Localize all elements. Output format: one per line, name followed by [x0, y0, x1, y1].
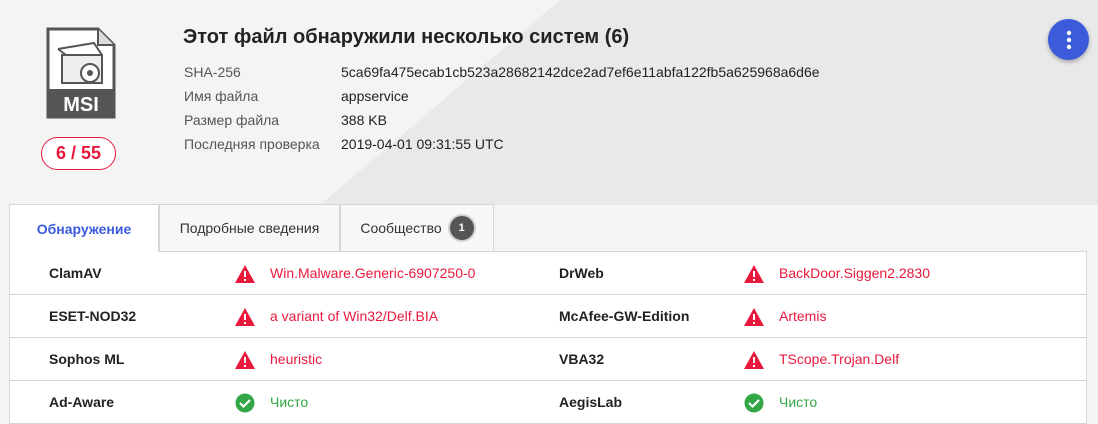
- check-circle-icon: [744, 393, 764, 413]
- detection-result: Чисто: [779, 394, 818, 410]
- table-row: Sophos ML heuristic VBA32 TScope.Trojan.…: [10, 338, 1086, 381]
- detection-result: BackDoor.Siggen2.2830: [779, 265, 930, 281]
- detection-result: Artemis: [779, 308, 827, 324]
- meta-label-filesize: Размер файла: [184, 112, 280, 128]
- check-circle-icon: [235, 393, 255, 413]
- warning-icon: [744, 308, 764, 326]
- detection-result: TScope.Trojan.Delf: [779, 351, 900, 367]
- engine-name: ESET-NOD32: [49, 308, 137, 324]
- detection-score: 6 / 55: [41, 137, 116, 170]
- meta-label-filename: Имя файла: [184, 88, 259, 104]
- engine-name: AegisLab: [559, 394, 623, 410]
- engine-name: DrWeb: [559, 265, 604, 281]
- page-title: Этот файл обнаружили несколько систем (6…: [183, 26, 630, 48]
- table-row: ClamAV Win.Malware.Generic-6907250-0 DrW…: [10, 252, 1086, 295]
- warning-icon: [235, 265, 255, 283]
- tab-details-label: Подробные сведения: [179, 220, 320, 236]
- engine-name: Ad-Aware: [49, 394, 115, 410]
- warning-icon: [744, 351, 764, 369]
- tab-detection-label: Обнаружение: [36, 220, 132, 237]
- engine-name: Sophos ML: [49, 351, 125, 367]
- tab-community-label: Сообщество: [360, 220, 442, 236]
- tab-community[interactable]: Сообщество 1: [340, 204, 494, 251]
- meta-value-sha256: 5ca69fa475ecab1cb523a28682142dce2ad7ef6e…: [341, 64, 820, 80]
- detection-result: Win.Malware.Generic-6907250-0: [270, 265, 476, 281]
- meta-value-filename: appservice: [341, 88, 409, 104]
- meta-label-sha256: SHA-256: [184, 64, 241, 80]
- warning-icon: [235, 351, 255, 369]
- engine-name: VBA32: [559, 351, 605, 367]
- detection-result: heuristic: [270, 351, 323, 367]
- engine-name: McAfee-GW-Edition: [559, 308, 690, 324]
- detection-table: ClamAV Win.Malware.Generic-6907250-0 DrW…: [9, 251, 1087, 424]
- tab-details[interactable]: Подробные сведения: [159, 204, 340, 251]
- meta-value-filesize: 388 KB: [341, 112, 387, 128]
- file-header: MSI 6 / 55 Этот файл обнаружили нескольк…: [0, 0, 1098, 205]
- tab-detection[interactable]: Обнаружение: [9, 204, 159, 252]
- more-vertical-icon: [1066, 30, 1071, 49]
- community-count-badge: 1: [449, 216, 474, 240]
- detection-result: a variant of Win32/Delf.BIA: [270, 308, 439, 324]
- meta-label-last-scan: Последняя проверка: [184, 136, 320, 152]
- msi-file-icon: MSI: [46, 27, 116, 119]
- warning-icon: [235, 308, 255, 326]
- table-row: Ad-Aware Чисто AegisLab Чисто: [10, 381, 1086, 424]
- warning-icon: [744, 265, 764, 283]
- engine-name: ClamAV: [49, 265, 102, 281]
- more-options-button[interactable]: [1048, 19, 1089, 60]
- detection-result: Чисто: [270, 394, 309, 410]
- meta-value-last-scan: 2019-04-01 09:31:55 UTC: [341, 136, 504, 152]
- file-type-label: MSI: [63, 94, 99, 116]
- table-row: ESET-NOD32 a variant of Win32/Delf.BIA M…: [10, 295, 1086, 338]
